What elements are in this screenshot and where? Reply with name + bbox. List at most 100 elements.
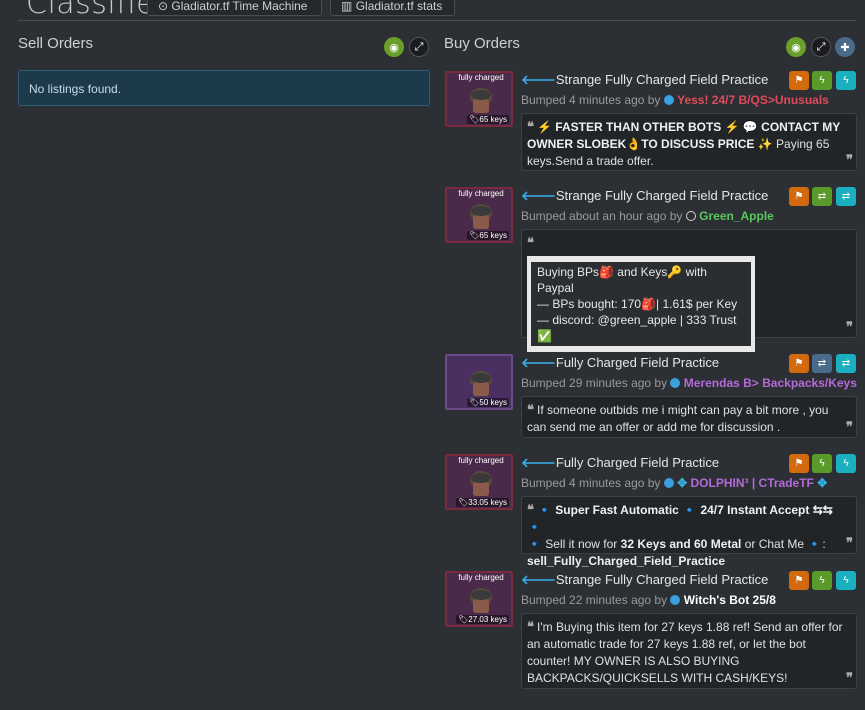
flag-button[interactable]: ⚑ xyxy=(789,187,809,206)
lightning-icon: ϟ xyxy=(843,575,849,586)
header: Classifieds ⊙ Gladiator.tf Time Machine … xyxy=(0,0,865,22)
item-tile[interactable]: fully charged 🏷65 keys xyxy=(445,71,513,127)
ascii-banner: Buying BPs🎒 and Keys🔑 with Paypal — BPs … xyxy=(527,256,755,352)
lightning-button[interactable]: ϟ xyxy=(812,571,832,590)
quote-close-icon: ❞ xyxy=(846,319,853,334)
listing-title[interactable]: 🡐Strange Fully Charged Field Practice xyxy=(521,188,768,204)
helmet-icon xyxy=(470,204,492,229)
listing-title[interactable]: 🡐Strange Fully Charged Field Practice xyxy=(521,72,768,88)
item-tile[interactable]: fully charged 🏷33.05 keys xyxy=(445,454,513,510)
quote-close-icon: ❞ xyxy=(846,152,853,167)
buy-add-button[interactable]: ✚ xyxy=(835,37,855,57)
item-tile[interactable]: 🏷50 keys xyxy=(445,354,513,410)
lightning-button[interactable]: ϟ xyxy=(812,454,832,473)
listing-bumped: Bumped about an hour ago by Green_Apple xyxy=(521,209,774,223)
listing-user[interactable]: Witch's Bot 25/8 xyxy=(684,593,776,607)
listing-title[interactable]: 🡐Fully Charged Field Practice xyxy=(521,455,719,471)
flag-button[interactable]: ⚑ xyxy=(789,354,809,373)
expand-icon: ⤢ xyxy=(816,40,826,53)
status-dot-icon xyxy=(670,378,681,388)
listing: fully charged 🏷33.05 keys 🡐Fully Charged… xyxy=(445,454,857,568)
clock-icon: ⊙ xyxy=(158,0,169,13)
lightning-cyan-button[interactable]: ϟ xyxy=(836,571,856,590)
buy-eye-button[interactable]: ◉ xyxy=(786,37,806,57)
swap-icon: ⇄ xyxy=(841,358,851,369)
swap-cyan-button[interactable]: ⇄ xyxy=(836,354,856,373)
item-price: 🏷65 keys xyxy=(467,115,509,124)
sell-eye-button[interactable]: ◉ xyxy=(384,37,404,57)
flag-icon: ⚑ xyxy=(794,575,804,586)
flag-icon: ⚑ xyxy=(794,358,804,369)
listing-user[interactable]: Green_Apple xyxy=(699,209,774,223)
chart-icon: ▥ xyxy=(341,0,353,13)
arrow-left-icon: 🡐 xyxy=(521,455,556,470)
helmet-icon xyxy=(470,88,492,113)
listing: fully charged 🏷65 keys 🡐Strange Fully Ch… xyxy=(445,187,857,352)
helmet-icon xyxy=(470,471,492,496)
plus-icon: ✚ xyxy=(840,41,850,54)
ascii-line: — discord: @green_apple | 333 Trust ✅ xyxy=(537,313,737,343)
lightning-icon: ϟ xyxy=(819,458,825,469)
item-price: 🏷65 keys xyxy=(467,231,509,240)
listing-user[interactable]: ✥ DOLPHIN³ | CTradeTF ✥ xyxy=(677,476,827,490)
lightning-icon: ϟ xyxy=(819,575,825,586)
listing-title[interactable]: 🡐Strange Fully Charged Field Practice xyxy=(521,572,768,588)
item-price: 🏷50 keys xyxy=(467,398,509,407)
diamond-icon: ✥ xyxy=(677,476,688,490)
swap-icon: ⇄ xyxy=(841,191,851,202)
listing-message: ❝ I'm Buying this item for 27 keys 1.88 r… xyxy=(521,613,857,689)
listing: 🏷50 keys 🡐Fully Charged Field Practice ⚑… xyxy=(445,354,857,440)
lightning-cyan-button[interactable]: ϟ xyxy=(836,71,856,90)
item-tile[interactable]: fully charged 🏷65 keys xyxy=(445,187,513,243)
lightning-icon: ϟ xyxy=(843,458,849,469)
listing-message: ❝ Buying BPs🎒 and Keys🔑 with Paypal — BP… xyxy=(521,229,857,352)
ascii-line: — BPs bought: 170🎒| 1.61$ per Key xyxy=(537,297,738,311)
swap-button[interactable]: ⇄ xyxy=(812,187,832,206)
swap-cyan-button[interactable]: ⇄ xyxy=(836,187,856,206)
eye-icon: ◉ xyxy=(791,41,801,54)
item-effect-label: fully charged xyxy=(458,73,504,82)
listing-message: ❝ ⚡ FASTER THAN OTHER BOTS ⚡ 💬 CONTACT MY… xyxy=(521,113,857,171)
swap-icon: ⇄ xyxy=(817,191,827,202)
swap-button[interactable]: ⇄ xyxy=(812,354,832,373)
flag-button[interactable]: ⚑ xyxy=(789,454,809,473)
listing-user[interactable]: Merendas B> Backpacks/Keys xyxy=(684,376,857,390)
time-machine-button[interactable]: ⊙ Gladiator.tf Time Machine xyxy=(147,0,322,16)
lightning-cyan-button[interactable]: ϟ xyxy=(836,454,856,473)
helmet-icon xyxy=(470,588,492,613)
quote-open-icon: ❝ xyxy=(527,119,534,134)
listing-message: ❝ If someone outbids me i might can pay a… xyxy=(521,396,857,438)
status-dot-icon xyxy=(663,478,674,488)
listing-user[interactable]: Yess! 24/7 B/QS>Unusuals xyxy=(677,93,829,107)
item-effect-label xyxy=(447,356,511,367)
flag-icon: ⚑ xyxy=(794,458,804,469)
listing: fully charged 🏷27.03 keys 🡐Strange Fully… xyxy=(445,571,857,691)
flag-button[interactable]: ⚑ xyxy=(789,71,809,90)
quote-close-icon: ❞ xyxy=(846,535,853,550)
sell-orders-title: Sell Orders xyxy=(18,35,94,52)
quote-open-icon: ❝ xyxy=(527,502,534,517)
item-effect-label: fully charged xyxy=(458,189,504,198)
flag-icon: ⚑ xyxy=(794,191,804,202)
ascii-line: Buying BPs🎒 and Keys🔑 with Paypal xyxy=(537,265,707,295)
flag-button[interactable]: ⚑ xyxy=(789,571,809,590)
lightning-icon: ϟ xyxy=(843,75,849,86)
quote-open-icon: ❝ xyxy=(527,619,534,634)
listing-bumped: Bumped 4 minutes ago by ✥ DOLPHIN³ | CTr… xyxy=(521,476,828,490)
stats-button[interactable]: ▥ Gladiator.tf stats xyxy=(330,0,455,16)
quote-open-icon: ❝ xyxy=(527,235,534,250)
sell-expand-button[interactable]: ⤢ xyxy=(409,37,429,57)
listing-bumped: Bumped 22 minutes ago by Witch's Bot 25/… xyxy=(521,593,776,607)
expand-icon: ⤢ xyxy=(414,40,424,53)
arrow-left-icon: 🡐 xyxy=(521,72,556,87)
buy-expand-button[interactable]: ⤢ xyxy=(811,37,831,57)
listing-bumped: Bumped 4 minutes ago by Yess! 24/7 B/QS>… xyxy=(521,93,829,107)
status-dot-icon xyxy=(670,595,681,605)
quote-close-icon: ❞ xyxy=(846,670,853,685)
lightning-button[interactable]: ϟ xyxy=(812,71,832,90)
item-tile[interactable]: fully charged 🏷27.03 keys xyxy=(445,571,513,627)
listing-title[interactable]: 🡐Fully Charged Field Practice xyxy=(521,355,719,371)
quote-open-icon: ❝ xyxy=(527,402,534,417)
listing-message: ❝ 🔹 Super Fast Automatic 🔹 24/7 Instant A… xyxy=(521,496,857,568)
arrow-left-icon: 🡐 xyxy=(521,355,556,370)
